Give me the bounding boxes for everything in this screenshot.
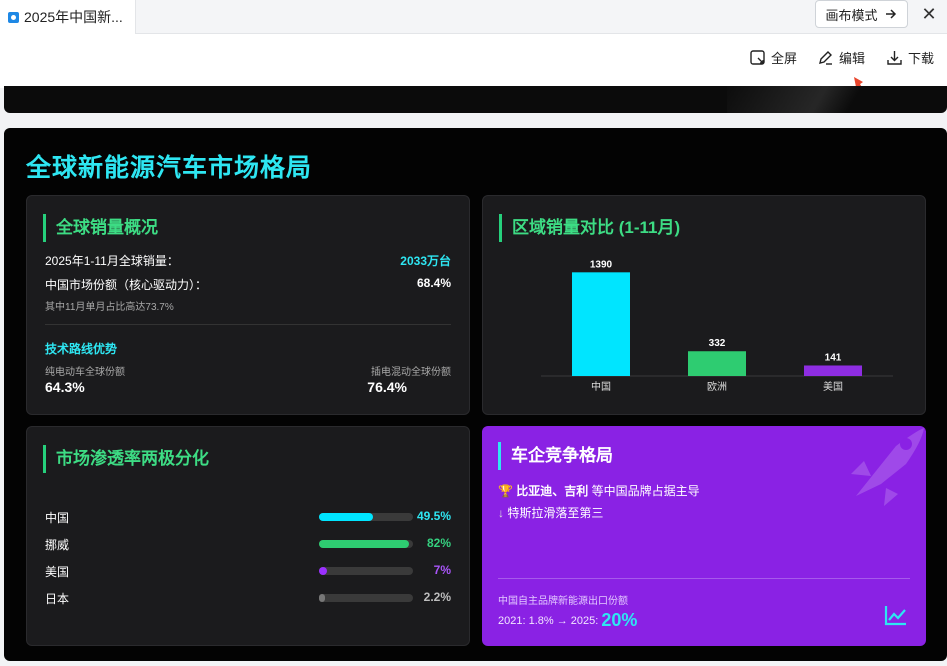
penetration-value-0: 49.5% — [416, 509, 451, 523]
top-bar: 2025年中国新... 画布模式 ✕ — [0, 0, 947, 34]
penetration-value-2: 7% — [433, 563, 451, 577]
fullscreen-icon — [750, 50, 765, 65]
card-divider — [45, 324, 451, 325]
close-button[interactable]: ✕ — [918, 3, 940, 25]
download-button[interactable]: 下载 — [886, 48, 934, 67]
china-share-value: 68.4% — [416, 276, 451, 290]
canvas-mode-button[interactable]: 画布模式 — [815, 0, 908, 28]
bev-share-value: 64.3% — [45, 379, 85, 395]
edit-button[interactable]: 编辑 — [817, 48, 865, 67]
bar-value-label-2: 141 — [825, 352, 842, 363]
rocket-icon — [851, 428, 924, 506]
competition-title: 车企竞争格局 — [498, 442, 613, 470]
leading-brands-text: 等中国品牌占据主导 — [588, 484, 700, 498]
penetration-bar-track-0 — [319, 513, 413, 521]
penetration-bar-track-1 — [319, 540, 413, 548]
trophy-icon: 🏆 — [498, 484, 513, 498]
competition-card: 车企竞争格局 🏆 比亚迪、吉利 等中国品牌占据主导 ↓ 特斯拉滑落至第三 中国自… — [482, 426, 926, 646]
close-icon: ✕ — [921, 3, 937, 24]
phev-share-label: 插电混动全球份额 — [371, 367, 451, 378]
bar-1 — [688, 351, 746, 376]
category-label-1: 欧洲 — [707, 381, 727, 393]
penetration-country-0: 中国 — [45, 511, 70, 525]
november-share-note: 其中11月单月占比高达73.7% — [45, 302, 174, 313]
penetration-bar-fill-2 — [319, 567, 327, 575]
penetration-value-1: 82% — [426, 536, 451, 550]
tech-route-title: 技术路线优势 — [45, 342, 118, 356]
leading-brands: 比亚迪、吉利 — [516, 484, 589, 498]
total-sales-value: 2033万台 — [400, 254, 451, 268]
bar-2 — [804, 365, 862, 376]
fullscreen-label: 全屏 — [771, 51, 798, 66]
category-label-2: 美国 — [823, 380, 843, 393]
penetration-country-1: 挪威 — [45, 538, 70, 552]
export-share-row: 2021: 1.8% → 2025: 20% — [498, 610, 637, 631]
tab-title: 2025年中国新... — [24, 9, 123, 25]
tesla-rank-text: 特斯拉滑落至第三 — [507, 506, 604, 520]
previous-slide-strip — [4, 86, 947, 113]
penetration-country-3: 日本 — [45, 592, 70, 606]
export-share-label: 中国自主品牌新能源出口份额 — [498, 596, 628, 607]
bar-0 — [572, 272, 630, 376]
phev-share-value: 76.4% — [367, 379, 407, 395]
fullscreen-button[interactable]: 全屏 — [749, 48, 797, 67]
competition-line-1: 🏆 比亚迪、吉利 等中国品牌占据主导 — [498, 482, 700, 499]
document-tab[interactable]: 2025年中国新... — [0, 0, 136, 34]
penetration-bar-fill-1 — [319, 540, 410, 548]
edit-icon — [819, 51, 832, 65]
arrow-down-icon: ↓ — [498, 506, 504, 520]
slide-glare — [727, 86, 927, 113]
regional-bar-chart: 1390 中国 332 欧洲 141 美国 — [541, 259, 893, 393]
penetration-bar-track-3 — [319, 594, 413, 602]
edit-label: 编辑 — [839, 51, 866, 66]
total-sales-label: 2025年1-11月全球销量： — [45, 254, 179, 268]
category-label-0: 中国 — [591, 380, 611, 393]
global-sales-title: 全球销量概况 — [43, 214, 158, 242]
bar-value-label-1: 332 — [709, 338, 726, 349]
regional-sales-card: 区域销量对比 (1-11月) 1390 中国 332 欧洲 141 美国 — [482, 195, 926, 415]
penetration-bar-fill-0 — [319, 513, 374, 521]
bar-value-label-0: 1390 — [590, 259, 613, 270]
competition-line-2: ↓ 特斯拉滑落至第三 — [498, 504, 603, 521]
document-toolbar: 全屏 编辑 下载 — [0, 34, 947, 88]
arrow-right-icon — [885, 9, 896, 19]
export-trend: 2021: 1.8% → 2025: — [498, 615, 599, 627]
penetration-bar-track-2 — [319, 567, 413, 575]
penetration-country-2: 美国 — [45, 565, 70, 579]
download-icon — [887, 51, 902, 65]
china-share-label: 中国市场份额（核心驱动力）： — [45, 278, 208, 292]
penetration-bar-fill-3 — [319, 594, 325, 602]
trend-chart-icon — [884, 606, 906, 626]
slide-main: 全球新能源汽车市场格局 全球销量概况 2025年1-11月全球销量： 2033万… — [4, 128, 947, 661]
document-icon — [8, 11, 19, 23]
penetration-card: 市场渗透率两极分化 中国 49.5% 挪威 82% 美国 7% 日本 2.2% — [26, 426, 470, 646]
export-share-value: 20% — [601, 610, 638, 630]
bev-share-label: 纯电动车全球份额 — [45, 367, 125, 378]
penetration-title: 市场渗透率两极分化 — [43, 445, 209, 473]
competition-divider — [498, 578, 910, 579]
global-sales-card: 全球销量概况 2025年1-11月全球销量： 2033万台 中国市场份额（核心驱… — [26, 195, 470, 415]
penetration-value-3: 2.2% — [423, 590, 451, 604]
canvas-mode-label: 画布模式 — [825, 7, 878, 23]
download-label: 下载 — [908, 51, 935, 66]
page-title: 全球新能源汽车市场格局 — [26, 154, 313, 182]
